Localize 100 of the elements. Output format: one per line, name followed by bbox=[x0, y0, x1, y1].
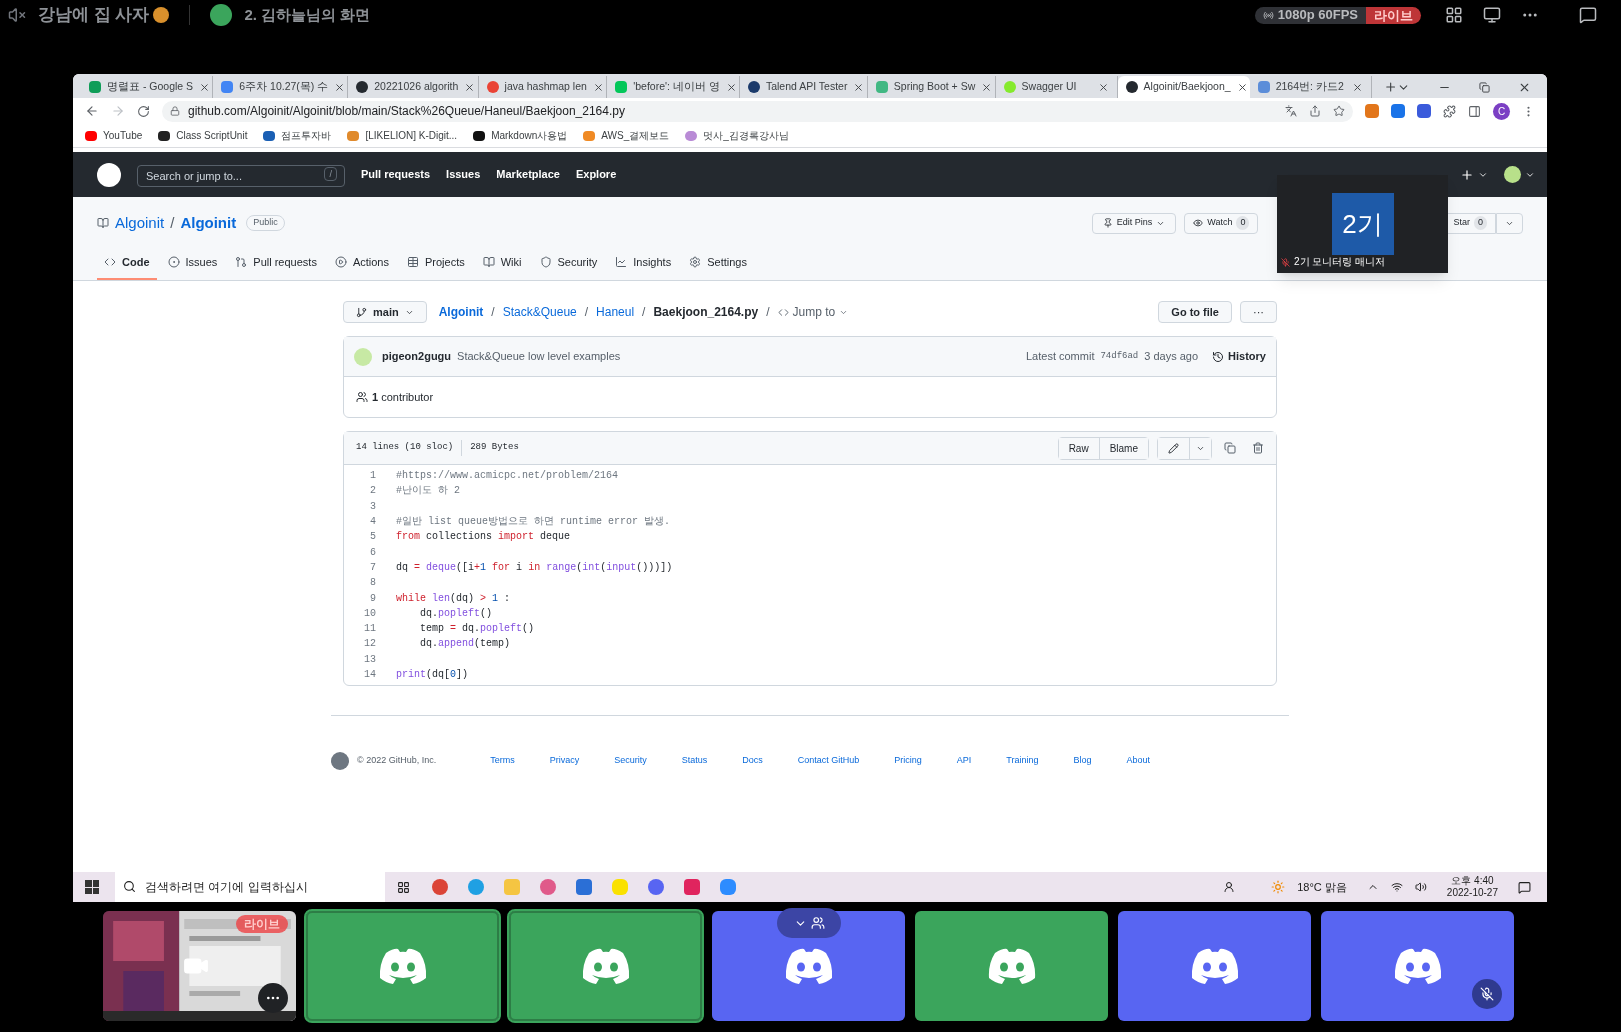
bookmark-link[interactable]: [LIKELION] K-Digit... bbox=[365, 128, 458, 143]
volume-icon[interactable] bbox=[1414, 881, 1427, 893]
copy-icon[interactable] bbox=[1224, 442, 1236, 454]
bookmark-link[interactable]: Markdown사용법 bbox=[491, 128, 568, 143]
taskbar-search-field[interactable]: 검색하려면 여기에 입력하십시 bbox=[115, 872, 385, 902]
history-link[interactable]: History bbox=[1212, 348, 1266, 365]
bookmark-link[interactable]: 점프투자바 bbox=[281, 128, 332, 143]
commit-message[interactable]: Stack&Queue low level examples bbox=[457, 348, 621, 365]
jump-to-menu[interactable]: Jump to bbox=[777, 303, 849, 321]
bookmark-link[interactable]: 멋사_김경록강사님 bbox=[703, 128, 789, 143]
participants-toggle[interactable] bbox=[777, 908, 841, 938]
side-panel-icon[interactable] bbox=[1468, 104, 1481, 118]
close-icon[interactable] bbox=[725, 81, 737, 93]
notification-icon[interactable] bbox=[1518, 880, 1531, 894]
participant-tile[interactable] bbox=[1118, 911, 1311, 1021]
repo-tab[interactable]: Code bbox=[97, 246, 157, 280]
share-icon[interactable] bbox=[1309, 105, 1321, 117]
close-icon[interactable] bbox=[1097, 81, 1109, 93]
header-link[interactable]: Pull requests bbox=[361, 166, 431, 183]
browser-tab[interactable]: Algoinit/Baekjoon_ bbox=[1117, 76, 1250, 98]
task-view-icon[interactable] bbox=[397, 880, 410, 894]
repo-tab[interactable]: Pull requests bbox=[228, 246, 324, 280]
code-line: temp = dq.popleft() bbox=[419, 622, 535, 637]
watch-button[interactable]: Watch 0 bbox=[1184, 212, 1259, 234]
bookmark-link[interactable]: Class ScriptUnit bbox=[176, 128, 248, 143]
footer-link[interactable]: Privacy bbox=[549, 754, 580, 768]
footer-link[interactable]: Pricing bbox=[894, 754, 922, 768]
breadcrumb-link[interactable]: Algoinit bbox=[438, 303, 484, 321]
chat-icon[interactable] bbox=[1579, 6, 1597, 24]
commit-sha[interactable]: 74df6ad bbox=[1100, 349, 1139, 364]
footer-link[interactable]: Contact GitHub bbox=[797, 754, 860, 768]
repo-name-link[interactable]: Algoinit bbox=[180, 211, 237, 235]
footer-link[interactable]: Terms bbox=[490, 754, 515, 768]
translate-icon[interactable] bbox=[1285, 105, 1297, 117]
branch-button[interactable]: main bbox=[343, 301, 427, 323]
close-icon[interactable] bbox=[334, 81, 346, 93]
close-icon[interactable] bbox=[981, 81, 993, 93]
close-icon[interactable] bbox=[1236, 81, 1248, 93]
settings-icon bbox=[689, 256, 702, 268]
close-icon[interactable] bbox=[853, 81, 865, 93]
footer-link[interactable]: Security bbox=[614, 754, 647, 768]
bookmark-link[interactable]: YouTube bbox=[103, 128, 143, 143]
footer-link[interactable]: API bbox=[956, 754, 972, 768]
header-link[interactable]: Issues bbox=[446, 166, 481, 183]
footer-link[interactable]: Training bbox=[1006, 754, 1039, 768]
new-tab-icon[interactable] bbox=[1383, 80, 1397, 94]
bookmark-link[interactable]: AWS_결제보드 bbox=[601, 128, 670, 143]
header-link[interactable]: Explore bbox=[575, 166, 617, 183]
close-icon[interactable] bbox=[199, 81, 211, 93]
repo-tab[interactable]: Insights bbox=[608, 246, 679, 280]
profile-avatar[interactable]: C bbox=[1493, 102, 1510, 120]
more-button[interactable]: ··· bbox=[1240, 301, 1277, 323]
participant-tile[interactable] bbox=[306, 911, 499, 1021]
star-list-button[interactable] bbox=[1496, 212, 1523, 234]
repo-tab[interactable]: Issues bbox=[160, 246, 225, 280]
restore-icon[interactable] bbox=[1479, 82, 1490, 93]
raw-button[interactable]: Raw bbox=[1058, 437, 1100, 459]
repo-tab[interactable]: Security bbox=[532, 246, 605, 280]
close-icon[interactable] bbox=[592, 81, 604, 93]
footer-link[interactable]: Status bbox=[681, 754, 708, 768]
footer-link[interactable]: Blog bbox=[1073, 754, 1092, 768]
participant-caption: 2기 모니터링 매니저 bbox=[1294, 256, 1386, 268]
footer-link[interactable]: Docs bbox=[742, 754, 763, 768]
repo-tab[interactable]: Wiki bbox=[475, 246, 529, 280]
network-icon[interactable] bbox=[1390, 881, 1403, 893]
participant-tile[interactable] bbox=[509, 911, 702, 1021]
controller-logo-icon bbox=[783, 947, 834, 985]
address-bar[interactable]: github.com/Algoinit/Algoinit/blob/main/Stack%26Queue/Haneul/Baekjoon_2164.py bbox=[162, 100, 1353, 122]
edit-button[interactable] bbox=[1158, 437, 1190, 459]
breadcrumb-link[interactable]: Stack&Queue bbox=[502, 303, 577, 321]
participant-tile[interactable] bbox=[712, 911, 905, 1021]
back-icon[interactable] bbox=[85, 104, 99, 118]
go-to-file-button[interactable]: Go to file bbox=[1158, 301, 1232, 323]
participant-tile[interactable] bbox=[1321, 911, 1514, 1021]
header-link[interactable]: Marketplace bbox=[496, 166, 560, 183]
extensions-icon[interactable] bbox=[1443, 104, 1456, 118]
repo-tab[interactable]: Projects bbox=[399, 246, 472, 280]
repo-owner-link[interactable]: Algoinit bbox=[115, 211, 165, 235]
close-icon[interactable] bbox=[1351, 81, 1363, 93]
people-icon[interactable] bbox=[1223, 881, 1236, 893]
edit-pins-button[interactable]: Edit Pins bbox=[1091, 212, 1177, 234]
bookmark-star-icon[interactable] bbox=[1333, 105, 1345, 117]
contributors-link[interactable]: 1 contributor bbox=[372, 388, 434, 406]
grid-icon[interactable] bbox=[1445, 6, 1463, 24]
repo-tab[interactable]: Settings bbox=[682, 246, 754, 280]
code-line: dq = deque([i+1 for i in range(int(input()))]) bbox=[396, 560, 673, 575]
user-avatar[interactable] bbox=[1504, 166, 1521, 183]
close-icon[interactable] bbox=[1518, 81, 1531, 94]
repo-tab[interactable]: Actions bbox=[327, 246, 396, 280]
popout-icon[interactable] bbox=[1483, 6, 1501, 24]
trash-icon[interactable] bbox=[1252, 442, 1264, 454]
footer-link[interactable]: About bbox=[1126, 754, 1151, 768]
live-badge: 라이브 bbox=[236, 915, 288, 933]
author-link[interactable]: pigeon2gugu bbox=[382, 348, 452, 365]
participant-tile[interactable] bbox=[915, 911, 1108, 1021]
reload-icon[interactable] bbox=[137, 104, 150, 118]
close-icon[interactable] bbox=[464, 81, 476, 93]
create-icon[interactable] bbox=[1460, 167, 1474, 182]
breadcrumb-link[interactable]: Haneul bbox=[596, 303, 635, 321]
start-icon[interactable] bbox=[85, 880, 99, 894]
